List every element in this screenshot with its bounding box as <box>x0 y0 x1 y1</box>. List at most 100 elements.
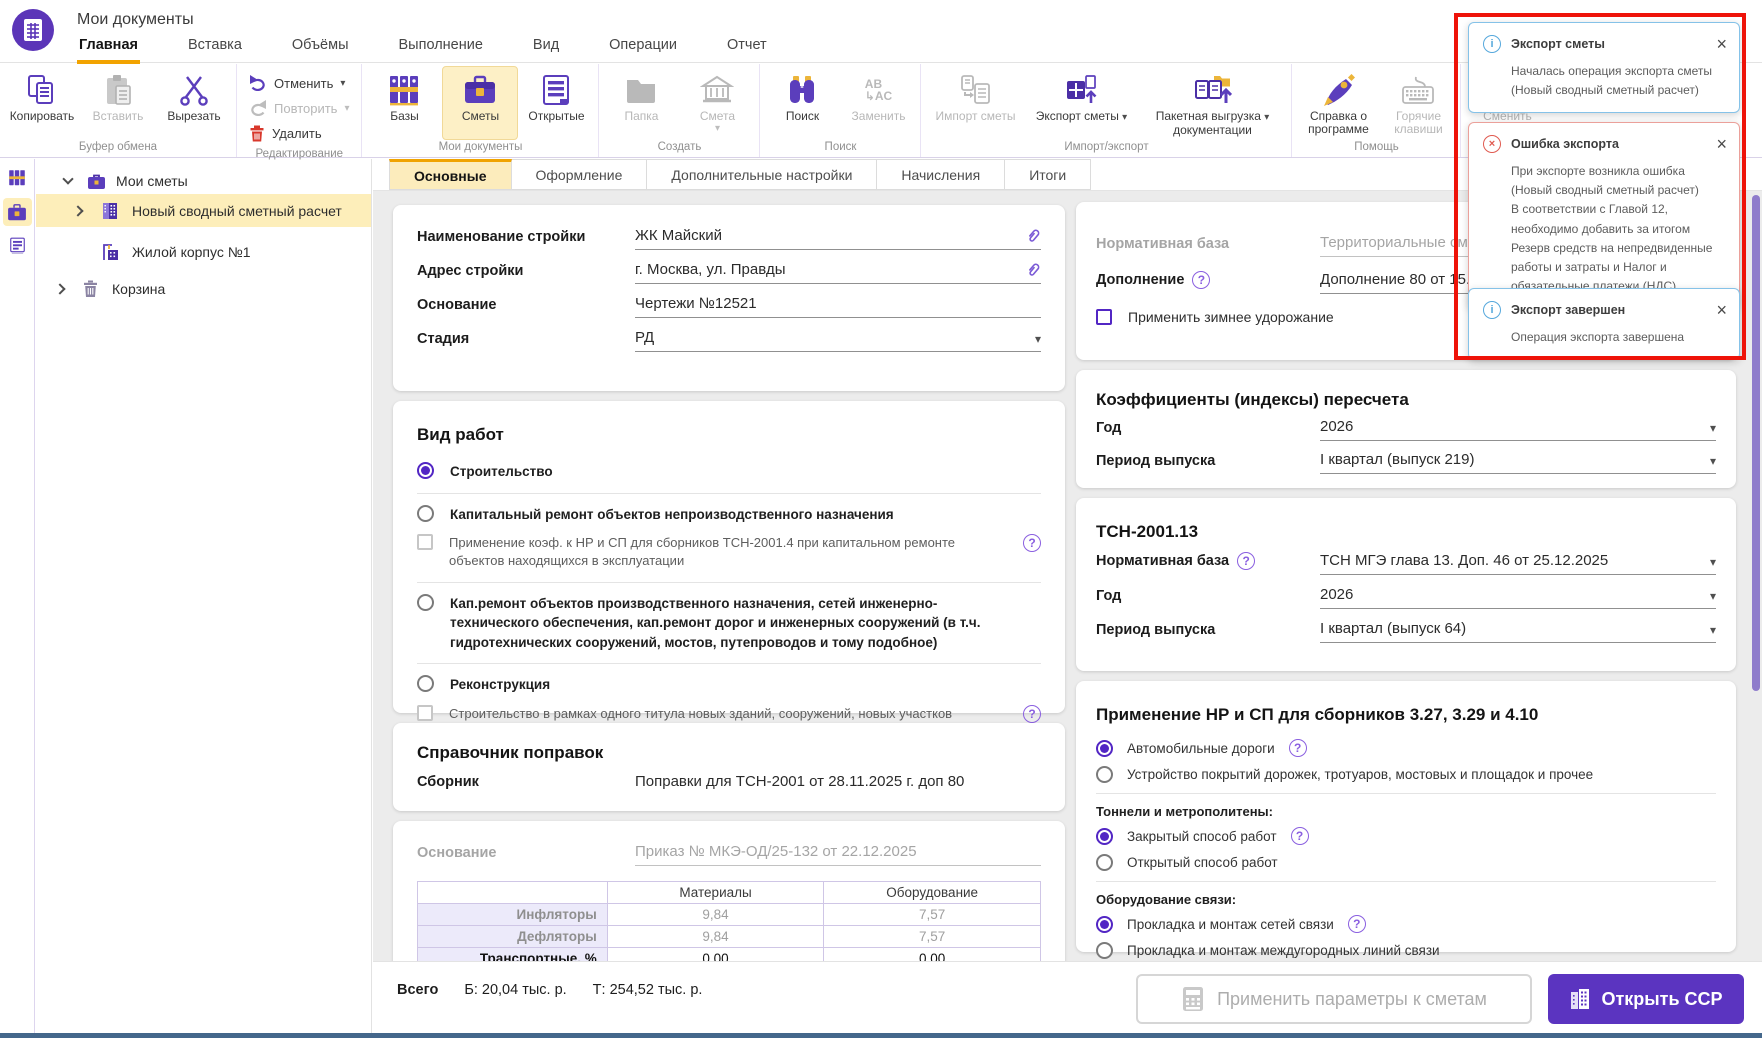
radio-open-method[interactable]: Открытый способ работ <box>1076 854 1736 871</box>
work-type-card: Вид работ Строительство Капитальный ремо… <box>393 401 1065 739</box>
deflator-materials-cell[interactable]: 9,84 <box>606 925 825 948</box>
stage-select[interactable]: РД ▾ <box>635 329 1041 352</box>
checkbox-icon <box>1096 309 1112 325</box>
chevron-down-icon: ▾ <box>1034 332 1041 346</box>
help-icon[interactable]: ? <box>1023 704 1041 723</box>
chevron-down-icon[interactable] <box>62 173 74 185</box>
tab-vstavka[interactable]: Вставка <box>186 34 244 64</box>
delete-button[interactable]: Удалить <box>249 122 349 144</box>
tsn13-period-select[interactable]: I квартал (выпуск 64) ▾ <box>1320 620 1716 643</box>
tab-otchet[interactable]: Отчет <box>725 34 769 64</box>
paste-button[interactable]: Вставить <box>80 66 156 140</box>
chevron-right-icon[interactable] <box>54 283 66 295</box>
undo-dropdown-caret[interactable]: ▾ <box>340 78 345 89</box>
transport-materials-cell[interactable]: 0,00 <box>606 947 825 961</box>
close-icon[interactable]: × <box>1716 35 1727 53</box>
radio-construction[interactable]: Строительство <box>393 462 1065 482</box>
building-crane-icon <box>100 242 120 262</box>
import-estimate-button[interactable]: Импорт сметы <box>925 66 1025 140</box>
folder-button[interactable]: Папка <box>603 66 679 140</box>
tab-dop-nastroyki[interactable]: Дополнительные настройки <box>647 159 878 190</box>
tsn13-base-select[interactable]: ТСН МГЭ глава 13. Доп. 46 от 25.12.2025 ▾ <box>1320 552 1716 575</box>
tab-operacii[interactable]: Операции <box>607 34 679 64</box>
vertical-scrollbar[interactable] <box>1752 195 1760 691</box>
binoculars-icon <box>785 73 819 107</box>
radio-industrial-repair[interactable]: Кап.ремонт объектов производственного на… <box>393 593 1065 653</box>
strip-reports-icon[interactable] <box>3 232 32 260</box>
group-label-clipboard: Буфер обмена <box>78 141 158 153</box>
apply-parameters-button[interactable]: Применить параметры к сметам <box>1136 974 1532 1024</box>
construction-name-field[interactable]: ЖК Майский <box>635 227 1041 250</box>
strip-bases-icon[interactable] <box>3 164 32 192</box>
hotkeys-button[interactable]: Горячие клавиши <box>1380 66 1456 140</box>
redo-button[interactable]: Повторить ▾ <box>249 97 349 119</box>
cut-button[interactable]: Вырезать <box>156 66 232 140</box>
search-button[interactable]: Поиск <box>764 66 840 140</box>
paperclip-icon[interactable] <box>1025 262 1041 278</box>
group-label-help: Помощь <box>1354 141 1399 153</box>
tree-item-my-estimates[interactable]: Мои сметы <box>36 165 371 197</box>
chevron-right-icon[interactable] <box>72 205 84 217</box>
tab-itogi[interactable]: Итоги <box>1005 159 1092 190</box>
basis-field[interactable]: Чертежи №12521 <box>635 295 1041 318</box>
radio-auto-roads[interactable]: Автомобильные дороги ? <box>1076 739 1736 757</box>
copy-button[interactable]: Копировать <box>4 66 80 140</box>
open-ssr-button[interactable]: Открыть ССР <box>1548 974 1744 1024</box>
footer-bar: Всего Б: 20,04 тыс. р. Т: 254,52 тыс. р.… <box>373 961 1762 1038</box>
estimate-create-button[interactable]: Смета ▾ <box>679 66 755 140</box>
replace-button[interactable]: AB ↳AC Заменить <box>840 66 916 140</box>
radio-capital-repair[interactable]: Капитальный ремонт объектов непроизводст… <box>393 504 1065 525</box>
group-my-documents: Базы Сметы Открытые Мои документы <box>362 64 600 157</box>
transport-equipment-cell[interactable]: 0,00 <box>823 947 1041 961</box>
undo-button[interactable]: Отменить ▾ <box>249 72 349 94</box>
tab-oformlenie[interactable]: Оформление <box>511 159 648 190</box>
coeff-year-select[interactable]: 2026 ▾ <box>1320 418 1716 441</box>
export-caret[interactable]: ▾ <box>1122 112 1127 123</box>
radio-intercity-lines[interactable]: Прокладка и монтаж междугородных линий с… <box>1076 942 1736 959</box>
corrections-collection-value[interactable]: Поправки для ТСН-2001 от 28.11.2025 г. д… <box>635 773 1041 795</box>
paperclip-icon[interactable] <box>1025 228 1041 244</box>
construction-address-field[interactable]: г. Москва, ул. Правды <box>635 261 1041 284</box>
export-estimate-button[interactable]: Экспорт сметы ▾ <box>1025 66 1137 140</box>
table-row: Инфляторы 9,84 7,57 <box>417 903 1041 926</box>
about-button[interactable]: Справка о программе <box>1296 66 1380 140</box>
checkbox-tsn-coeff[interactable]: Применение коэф. к НР и СП для сборников… <box>393 534 1065 570</box>
indices-basis-field[interactable]: Приказ № МКЭ-ОД/25-132 от 22.12.2025 <box>635 843 1041 866</box>
estimate-create-caret[interactable]: ▾ <box>715 123 720 134</box>
radio-comm-networks[interactable]: Прокладка и монтаж сетей связи ? <box>1076 915 1736 933</box>
tab-osnovnye[interactable]: Основные <box>389 159 512 190</box>
tab-obyomy[interactable]: Объёмы <box>290 34 351 64</box>
redo-dropdown-caret[interactable]: ▾ <box>344 103 349 114</box>
help-icon[interactable]: ? <box>1288 739 1307 757</box>
help-icon[interactable]: ? <box>1023 534 1041 553</box>
radio-reconstruction[interactable]: Реконструкция <box>393 675 1065 695</box>
batch-export-caret[interactable]: ▾ <box>1264 112 1269 123</box>
group-label-create: Создать <box>657 141 702 153</box>
tree-item-summary-calc[interactable]: Новый сводный сметный расчет <box>36 194 371 227</box>
strip-estimates-icon[interactable] <box>2 198 32 226</box>
close-icon[interactable]: × <box>1716 135 1727 153</box>
tsn13-year-select[interactable]: 2026 ▾ <box>1320 586 1716 609</box>
help-icon[interactable]: ? <box>1192 271 1211 289</box>
coeff-period-select[interactable]: I квартал (выпуск 219) ▾ <box>1320 451 1716 474</box>
tab-nachisleniya[interactable]: Начисления <box>877 159 1006 190</box>
tree-item-trash[interactable]: Корзина <box>36 273 371 305</box>
batch-export-button[interactable]: Пакетная выгрузка ▾ документации <box>1137 66 1287 140</box>
estimates-button[interactable]: Сметы <box>442 66 519 140</box>
tab-vid[interactable]: Вид <box>531 34 561 64</box>
tab-vypolnenie[interactable]: Выполнение <box>397 34 485 64</box>
radio-pavements[interactable]: Устройство покрытий дорожек, тротуаров, … <box>1076 766 1736 783</box>
inflator-equipment-cell[interactable]: 7,57 <box>823 903 1041 926</box>
tree-item-building-1[interactable]: Жилой корпус №1 <box>36 236 371 268</box>
bases-button[interactable]: Базы <box>366 66 442 140</box>
tab-glavnaya[interactable]: Главная <box>77 34 140 64</box>
inflator-materials-cell[interactable]: 9,84 <box>606 903 825 926</box>
opened-button[interactable]: Открытые <box>518 66 594 140</box>
close-icon[interactable]: × <box>1716 301 1727 319</box>
deflator-equipment-cell[interactable]: 7,57 <box>823 925 1041 948</box>
help-icon[interactable]: ? <box>1347 915 1366 933</box>
help-icon[interactable]: ? <box>1237 552 1256 570</box>
folder-icon <box>624 73 658 107</box>
help-icon[interactable]: ? <box>1290 827 1309 845</box>
radio-closed-method[interactable]: Закрытый способ работ ? <box>1076 827 1736 845</box>
